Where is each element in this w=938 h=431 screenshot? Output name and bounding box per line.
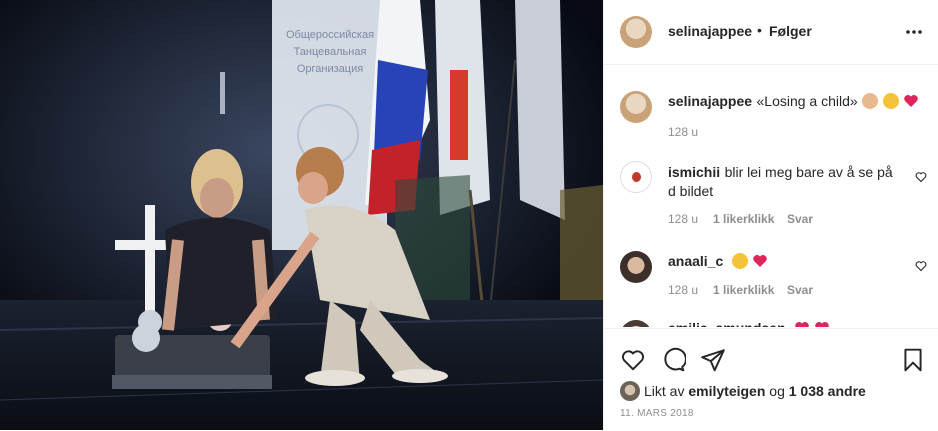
caption-text: «Losing a child» [756, 93, 858, 109]
likes-count[interactable]: 1 038 andre [789, 383, 866, 399]
author-username[interactable]: selinajappee [668, 23, 752, 39]
caption-time: 128 u [668, 125, 699, 139]
liker-avatar[interactable] [620, 381, 640, 401]
comment-username[interactable]: anaali_c [668, 253, 723, 269]
liked-by-line: Likt av emilyteigen og 1 038 andre [644, 383, 866, 399]
crying-face-emoji [731, 253, 748, 269]
share-paper-plane-icon[interactable] [700, 347, 726, 373]
comment-username[interactable]: ismichii [668, 164, 720, 180]
comment-likes[interactable]: 1 likerklikk [713, 283, 774, 297]
comment-bubble-icon[interactable] [660, 347, 686, 373]
caption: selinajappee «Losing a child» 128 u [604, 65, 938, 145]
svg-text:Танцевальная: Танцевальная [294, 46, 367, 58]
red-heart-emoji [752, 253, 768, 269]
red-heart-emoji [903, 93, 919, 109]
crying-face-emoji [882, 93, 899, 109]
more-options-icon[interactable] [904, 24, 924, 40]
comment-time: 128 u [668, 283, 699, 297]
red-heart-emoji [814, 320, 830, 327]
author-avatar[interactable] [620, 16, 652, 48]
post-actions: Likt av emilyteigen og 1 038 andre 11. M… [604, 328, 938, 431]
baby-face-emoji [862, 93, 879, 109]
post-side-panel: selinajappee • Følger selinajappee «Losi… [603, 0, 938, 430]
red-heart-emoji [794, 320, 810, 327]
comment-item: emilie_amundsen [604, 315, 938, 327]
comment-username[interactable]: emilie_amundsen [668, 320, 786, 327]
save-bookmark-icon[interactable] [900, 347, 926, 373]
post-photo[interactable]: Общероссийская Танцевальная Организация [0, 0, 603, 430]
like-heart-icon[interactable] [620, 347, 646, 373]
liked-by-prefix: Likt av [644, 383, 685, 399]
comment-item: ismichii blir lei meg bare av å se på d … [604, 153, 938, 233]
svg-text:Организация: Организация [297, 63, 363, 75]
comment-time: 128 u [668, 212, 699, 226]
separator-dot: • [757, 22, 762, 38]
post-header: selinajappee • Følger [604, 0, 938, 65]
liked-by-joiner: og [769, 383, 785, 399]
caption-username[interactable]: selinajappee [668, 93, 752, 109]
post-date[interactable]: 11. MARS 2018 [620, 408, 694, 419]
like-comment-heart-icon[interactable] [915, 171, 927, 183]
reply-button[interactable]: Svar [787, 283, 813, 297]
caption-avatar[interactable] [620, 91, 652, 123]
reply-button[interactable]: Svar [787, 212, 813, 226]
follow-status[interactable]: Følger [769, 23, 812, 39]
liked-by-user[interactable]: emilyteigen [688, 383, 765, 399]
comment-avatar[interactable] [620, 251, 652, 283]
svg-text:Общероссийская: Общероссийская [286, 29, 374, 41]
comments-list[interactable]: selinajappee «Losing a child» 128 u ismi… [604, 65, 938, 327]
comment-item: anaali_c 128 u 1 likerklikk Svar [604, 243, 938, 313]
comment-avatar[interactable] [620, 320, 652, 327]
stage-photo-illustration: Общероссийская Танцевальная Организация [0, 0, 603, 430]
like-comment-heart-icon[interactable] [915, 260, 927, 272]
comment-likes[interactable]: 1 likerklikk [713, 212, 774, 226]
comment-avatar[interactable] [620, 161, 652, 193]
